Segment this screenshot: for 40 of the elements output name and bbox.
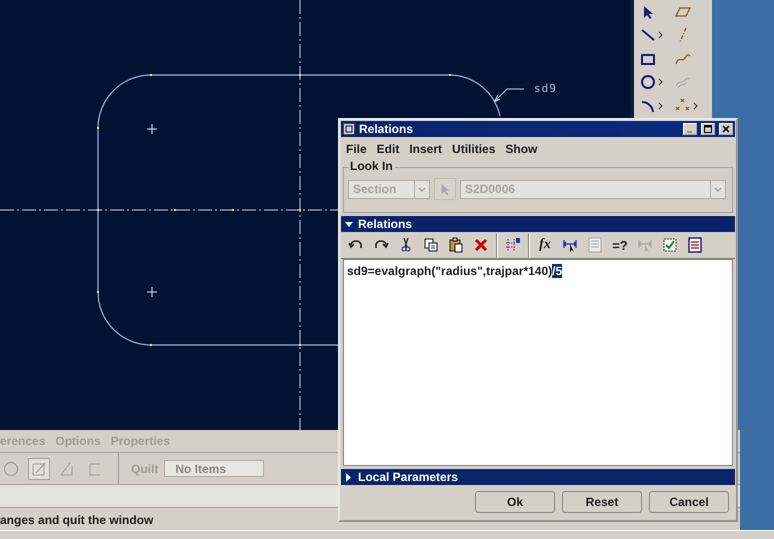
dimension-icon — [562, 237, 578, 253]
list-icon — [687, 237, 703, 253]
plane-icon — [59, 460, 75, 476]
bracket-icon — [87, 460, 103, 476]
relations-editor[interactable]: sd9=evalgraph("radius",trajpar*140)/5 — [343, 259, 733, 466]
line-icon — [640, 27, 656, 44]
section-header[interactable]: Local Parameters — [341, 469, 735, 485]
maximize-button[interactable] — [701, 123, 715, 135]
toolbar-button[interactable]: =? — [608, 234, 632, 256]
window-title: Relations — [359, 122, 414, 136]
close-icon — [722, 125, 730, 133]
copy-icon — [423, 237, 439, 253]
close-button[interactable] — [719, 123, 733, 135]
dimension-icon — [637, 237, 653, 253]
menu-item[interactable]: Utilities — [447, 142, 500, 156]
sketch-icon — [31, 460, 47, 476]
expanded-triangle-icon — [345, 220, 353, 228]
status-message: anges and quit the window — [0, 512, 154, 527]
collapsed-triangle-icon — [345, 472, 353, 482]
menu-item[interactable]: File — [341, 142, 372, 156]
circle-icon — [640, 74, 656, 90]
window-icon — [343, 123, 355, 135]
toolbar-button[interactable]: fx — [533, 234, 557, 256]
checkbox-icon — [662, 237, 678, 253]
paste-icon — [448, 237, 464, 253]
dialog-button[interactable]: Ok — [475, 491, 555, 513]
group-label: Look In — [348, 159, 395, 173]
menu-item[interactable]: Show — [500, 142, 542, 156]
grid-icon — [505, 237, 521, 253]
section-header[interactable]: Relations — [341, 216, 735, 232]
circle-icon — [3, 460, 19, 476]
maximize-icon — [704, 125, 712, 133]
menu-item[interactable]: Edit — [372, 142, 404, 156]
menu-item[interactable]: Insert — [404, 142, 448, 156]
dialog-button[interactable]: Cancel — [649, 491, 729, 513]
dialog-button[interactable]: Reset — [562, 491, 642, 513]
dimension-label: sd9 — [534, 82, 557, 95]
leader-line — [494, 88, 524, 102]
document-icon — [587, 237, 603, 253]
delete-icon — [473, 237, 489, 253]
